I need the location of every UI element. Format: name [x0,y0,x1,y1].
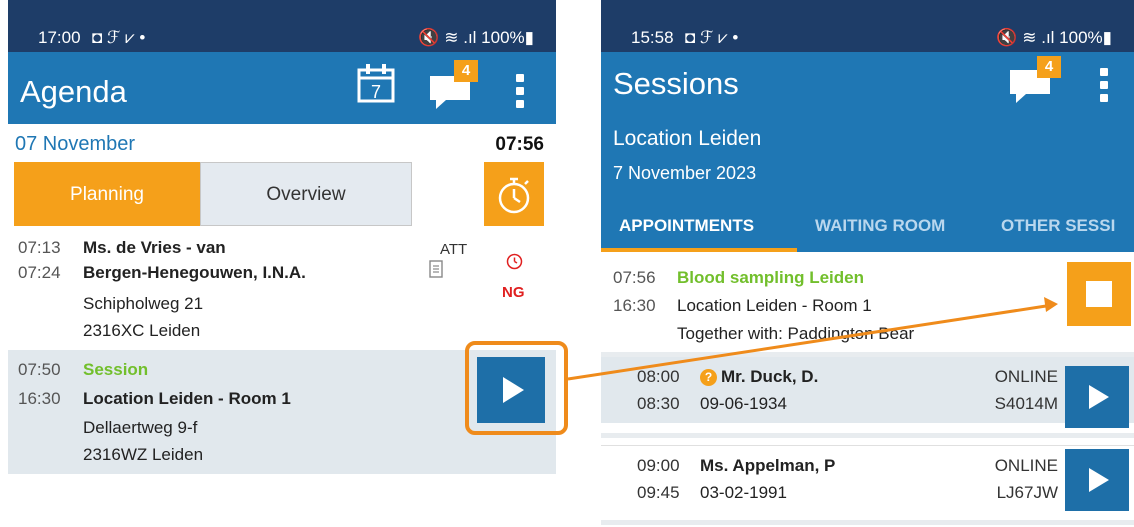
status-time: 15:58 [631,28,674,47]
appointment-start: 07:13 [18,238,61,257]
play-icon [1089,385,1109,409]
patient-name-line1: Ms. de Vries - van [83,238,226,257]
ng-status: NG [502,284,525,301]
patient-code: S4014M [994,394,1058,413]
session-end: 16:30 [18,389,61,408]
session-name: Blood sampling Leiden [677,268,865,287]
app-bar: Sessions 4 [601,52,1134,124]
patient-start: 09:00 [637,456,680,475]
tab-indicator [601,248,797,252]
highlight-box [465,341,568,435]
tab-other-sessions[interactable]: OTHER SESSI [1001,216,1115,236]
list-item[interactable]: 09:00 09:45 Ms. Appelman, P 03-02-1991 O… [601,445,1134,511]
play-icon [1089,468,1109,492]
more-menu-icon[interactable] [1097,68,1111,102]
session-location-title: Location Leiden [613,127,762,150]
page-title: Sessions [613,66,739,101]
list-item[interactable]: 08:00 08:30 ? Mr. Duck, D. 09-06-1934 ONL… [601,357,1134,423]
patient-mode: ONLINE [994,367,1058,386]
status-indicators: ◘ ℱ ⩗ • [685,28,739,47]
start-patient-button[interactable] [1065,449,1129,511]
divider [601,433,1134,438]
status-right: 🔇 ≋ .ıl 100%▮ [418,28,534,47]
session-room: Location Leiden - Room 1 [677,296,872,315]
page-title: Agenda [20,74,127,109]
date-row: 07 November 07:56 [8,124,556,162]
tab-bar: APPOINTMENTS WAITING ROOM OTHER SESSI [601,206,1134,252]
patient-name-line2: Bergen-Henegouwen, I.N.A. [83,263,306,282]
session-city: 2316WZ Leiden [83,445,204,464]
list-item[interactable]: 07:13 07:24 Ms. de Vries - van Bergen-He… [8,234,556,350]
patient-start: 08:00 [637,367,680,386]
divider [601,520,1134,525]
session-together: Together with: Paddington Bear [677,324,915,343]
chat-badge: 4 [1037,56,1061,78]
session-street: Dellaertweg 9-f [83,418,198,437]
appointment-end: 07:24 [18,263,61,282]
patient-end: 08:30 [637,394,680,413]
stopwatch-icon [498,177,530,214]
appointment-city: 2316XC Leiden [83,321,201,340]
agenda-date: 07 November [15,133,136,155]
session-end: 16:30 [613,296,656,315]
tab-appointments[interactable]: APPOINTMENTS [619,216,754,236]
tab-overview[interactable]: Overview [200,162,412,226]
session-date: 7 November 2023 [613,163,757,183]
status-time: 17:00 [38,28,81,47]
start-patient-button[interactable] [1065,366,1129,428]
agenda-screen: 17:00 ◘ ℱ ⩗ • 🔇 ≋ .ıl 100%▮ Agenda 7 4 0… [8,0,556,527]
calendar-icon[interactable]: 7 [356,62,396,104]
patient-mode: ONLINE [994,456,1058,475]
session-start: 07:56 [613,268,656,287]
chat-badge: 4 [454,60,478,82]
document-icon [429,260,443,278]
session-start: 07:50 [18,360,61,379]
stopwatch-button[interactable] [484,162,544,226]
active-session: 07:56 16:30 Blood sampling Leiden Locati… [601,258,1134,354]
session-location: Location Leiden - Room 1 [83,389,291,408]
calendar-day: 7 [371,82,381,102]
patient-code: LJ67JW [996,483,1058,502]
tab-planning[interactable]: Planning [14,162,200,226]
patient-name: Ms. Appelman, P [700,456,836,475]
stop-icon [1086,281,1112,307]
session-label: Session [83,360,149,379]
info-icon: ? [700,369,717,386]
status-bar: 15:58 ◘ ℱ ⩗ • 🔇 ≋ .ıl 100%▮ [601,0,1134,52]
app-bar: Agenda 7 4 [8,52,556,124]
clock-icon [506,253,523,270]
sessions-screen: 15:58 ◘ ℱ ⩗ • 🔇 ≋ .ıl 100%▮ Sessions 4 L… [601,0,1134,527]
patient-end: 09:45 [637,483,680,502]
session-header: Location Leiden 7 November 2023 APPOINTM… [601,124,1134,252]
patient-dob: 09-06-1934 [700,394,787,413]
patient-dob: 03-02-1991 [700,483,787,502]
appointment-street: Schipholweg 21 [83,294,204,313]
status-bar: 17:00 ◘ ℱ ⩗ • 🔇 ≋ .ıl 100%▮ [8,0,556,52]
status-indicators: ◘ ℱ ⩗ • [92,28,146,47]
patient-name: ? Mr. Duck, D. [700,367,818,387]
stop-session-button[interactable] [1067,262,1131,326]
tab-waiting-room[interactable]: WAITING ROOM [815,216,945,236]
att-label: ATT [440,241,468,258]
more-menu-icon[interactable] [513,74,527,108]
status-right: 🔇 ≋ .ıl 100%▮ [996,28,1112,47]
current-time: 07:56 [495,134,544,155]
